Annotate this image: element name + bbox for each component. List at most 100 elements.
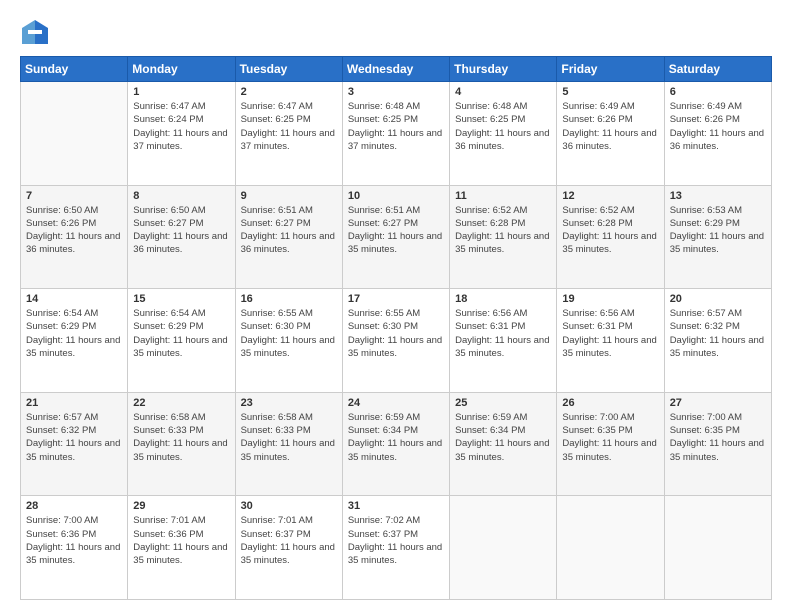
day-info: Sunrise: 6:47 AMSunset: 6:24 PMDaylight:…	[133, 100, 229, 153]
day-number: 19	[562, 293, 658, 305]
calendar-table: SundayMondayTuesdayWednesdayThursdayFrid…	[20, 56, 772, 600]
calendar-cell: 5 Sunrise: 6:49 AMSunset: 6:26 PMDaylight…	[557, 82, 664, 186]
calendar-cell: 30 Sunrise: 7:01 AMSunset: 6:37 PMDayligh…	[235, 496, 342, 600]
calendar-cell: 10 Sunrise: 6:51 AMSunset: 6:27 PMDayligh…	[342, 185, 449, 289]
day-info: Sunrise: 6:56 AMSunset: 6:31 PMDaylight:…	[562, 307, 658, 360]
day-header-tuesday: Tuesday	[235, 57, 342, 82]
day-info: Sunrise: 7:00 AMSunset: 6:36 PMDaylight:…	[26, 514, 122, 567]
calendar-cell: 6 Sunrise: 6:49 AMSunset: 6:26 PMDaylight…	[664, 82, 771, 186]
calendar-cell: 22 Sunrise: 6:58 AMSunset: 6:33 PMDayligh…	[128, 392, 235, 496]
day-number: 8	[133, 190, 229, 202]
day-info: Sunrise: 6:58 AMSunset: 6:33 PMDaylight:…	[133, 411, 229, 464]
day-number: 22	[133, 397, 229, 409]
day-info: Sunrise: 6:50 AMSunset: 6:27 PMDaylight:…	[133, 204, 229, 257]
day-info: Sunrise: 7:00 AMSunset: 6:35 PMDaylight:…	[670, 411, 766, 464]
page: SundayMondayTuesdayWednesdayThursdayFrid…	[0, 0, 792, 612]
calendar-cell: 28 Sunrise: 7:00 AMSunset: 6:36 PMDayligh…	[21, 496, 128, 600]
calendar-cell: 16Sunrise: 6:55 AMSunset: 6:30 PMDayligh…	[235, 289, 342, 393]
header	[20, 18, 772, 46]
calendar-cell	[21, 82, 128, 186]
calendar-cell: 27 Sunrise: 7:00 AMSunset: 6:35 PMDayligh…	[664, 392, 771, 496]
day-number: 9	[241, 190, 337, 202]
day-number: 21	[26, 397, 122, 409]
day-info: Sunrise: 6:59 AMSunset: 6:34 PMDaylight:…	[348, 411, 444, 464]
day-info: Sunrise: 6:54 AMSunset: 6:29 PMDaylight:…	[26, 307, 122, 360]
calendar-cell: 25Sunrise: 6:59 AMSunset: 6:34 PMDayligh…	[450, 392, 557, 496]
calendar-header-row: SundayMondayTuesdayWednesdayThursdayFrid…	[21, 57, 772, 82]
calendar-cell: 26Sunrise: 7:00 AMSunset: 6:35 PMDayligh…	[557, 392, 664, 496]
day-number: 1	[133, 86, 229, 98]
day-info: Sunrise: 6:51 AMSunset: 6:27 PMDaylight:…	[241, 204, 337, 257]
day-info: Sunrise: 6:57 AMSunset: 6:32 PMDaylight:…	[670, 307, 766, 360]
calendar-week-row: 7 Sunrise: 6:50 AMSunset: 6:26 PMDaylight…	[21, 185, 772, 289]
day-info: Sunrise: 6:49 AMSunset: 6:26 PMDaylight:…	[562, 100, 658, 153]
day-number: 23	[241, 397, 337, 409]
calendar-cell: 29 Sunrise: 7:01 AMSunset: 6:36 PMDayligh…	[128, 496, 235, 600]
day-header-saturday: Saturday	[664, 57, 771, 82]
calendar-week-row: 21Sunrise: 6:57 AMSunset: 6:32 PMDayligh…	[21, 392, 772, 496]
calendar-cell: 12 Sunrise: 6:52 AMSunset: 6:28 PMDayligh…	[557, 185, 664, 289]
logo	[20, 18, 54, 46]
day-number: 3	[348, 86, 444, 98]
day-number: 24	[348, 397, 444, 409]
day-header-wednesday: Wednesday	[342, 57, 449, 82]
calendar-cell	[664, 496, 771, 600]
day-number: 30	[241, 500, 337, 512]
day-info: Sunrise: 6:55 AMSunset: 6:30 PMDaylight:…	[241, 307, 337, 360]
calendar-cell	[450, 496, 557, 600]
day-number: 4	[455, 86, 551, 98]
day-number: 12	[562, 190, 658, 202]
day-number: 6	[670, 86, 766, 98]
day-number: 7	[26, 190, 122, 202]
calendar-cell: 15Sunrise: 6:54 AMSunset: 6:29 PMDayligh…	[128, 289, 235, 393]
day-number: 14	[26, 293, 122, 305]
day-info: Sunrise: 7:02 AMSunset: 6:37 PMDaylight:…	[348, 514, 444, 567]
day-number: 18	[455, 293, 551, 305]
calendar-cell: 20 Sunrise: 6:57 AMSunset: 6:32 PMDayligh…	[664, 289, 771, 393]
day-info: Sunrise: 7:01 AMSunset: 6:37 PMDaylight:…	[241, 514, 337, 567]
calendar-cell: 13 Sunrise: 6:53 AMSunset: 6:29 PMDayligh…	[664, 185, 771, 289]
calendar-cell: 24 Sunrise: 6:59 AMSunset: 6:34 PMDayligh…	[342, 392, 449, 496]
day-header-monday: Monday	[128, 57, 235, 82]
day-number: 15	[133, 293, 229, 305]
day-info: Sunrise: 6:58 AMSunset: 6:33 PMDaylight:…	[241, 411, 337, 464]
day-number: 31	[348, 500, 444, 512]
day-info: Sunrise: 6:50 AMSunset: 6:26 PMDaylight:…	[26, 204, 122, 257]
day-info: Sunrise: 6:52 AMSunset: 6:28 PMDaylight:…	[562, 204, 658, 257]
day-info: Sunrise: 7:01 AMSunset: 6:36 PMDaylight:…	[133, 514, 229, 567]
day-number: 27	[670, 397, 766, 409]
day-info: Sunrise: 6:51 AMSunset: 6:27 PMDaylight:…	[348, 204, 444, 257]
calendar-cell: 11Sunrise: 6:52 AMSunset: 6:28 PMDayligh…	[450, 185, 557, 289]
day-number: 10	[348, 190, 444, 202]
calendar-cell: 1 Sunrise: 6:47 AMSunset: 6:24 PMDaylight…	[128, 82, 235, 186]
day-number: 5	[562, 86, 658, 98]
day-number: 2	[241, 86, 337, 98]
calendar-cell	[557, 496, 664, 600]
day-header-sunday: Sunday	[21, 57, 128, 82]
day-info: Sunrise: 6:55 AMSunset: 6:30 PMDaylight:…	[348, 307, 444, 360]
logo-icon	[20, 18, 50, 46]
day-number: 13	[670, 190, 766, 202]
day-number: 28	[26, 500, 122, 512]
day-number: 29	[133, 500, 229, 512]
calendar-cell: 31 Sunrise: 7:02 AMSunset: 6:37 PMDayligh…	[342, 496, 449, 600]
calendar-cell: 18Sunrise: 6:56 AMSunset: 6:31 PMDayligh…	[450, 289, 557, 393]
calendar-cell: 19 Sunrise: 6:56 AMSunset: 6:31 PMDayligh…	[557, 289, 664, 393]
day-info: Sunrise: 6:53 AMSunset: 6:29 PMDaylight:…	[670, 204, 766, 257]
calendar-cell: 2 Sunrise: 6:47 AMSunset: 6:25 PMDaylight…	[235, 82, 342, 186]
calendar-cell: 8 Sunrise: 6:50 AMSunset: 6:27 PMDaylight…	[128, 185, 235, 289]
calendar-week-row: 14 Sunrise: 6:54 AMSunset: 6:29 PMDayligh…	[21, 289, 772, 393]
calendar-cell: 7 Sunrise: 6:50 AMSunset: 6:26 PMDaylight…	[21, 185, 128, 289]
day-info: Sunrise: 6:48 AMSunset: 6:25 PMDaylight:…	[455, 100, 551, 153]
day-info: Sunrise: 6:48 AMSunset: 6:25 PMDaylight:…	[348, 100, 444, 153]
calendar-cell: 14 Sunrise: 6:54 AMSunset: 6:29 PMDayligh…	[21, 289, 128, 393]
calendar-cell: 21Sunrise: 6:57 AMSunset: 6:32 PMDayligh…	[21, 392, 128, 496]
day-number: 11	[455, 190, 551, 202]
day-info: Sunrise: 6:49 AMSunset: 6:26 PMDaylight:…	[670, 100, 766, 153]
calendar-week-row: 1 Sunrise: 6:47 AMSunset: 6:24 PMDaylight…	[21, 82, 772, 186]
calendar-cell: 4 Sunrise: 6:48 AMSunset: 6:25 PMDaylight…	[450, 82, 557, 186]
day-info: Sunrise: 6:59 AMSunset: 6:34 PMDaylight:…	[455, 411, 551, 464]
day-info: Sunrise: 6:47 AMSunset: 6:25 PMDaylight:…	[241, 100, 337, 153]
day-number: 20	[670, 293, 766, 305]
calendar-cell: 3 Sunrise: 6:48 AMSunset: 6:25 PMDaylight…	[342, 82, 449, 186]
